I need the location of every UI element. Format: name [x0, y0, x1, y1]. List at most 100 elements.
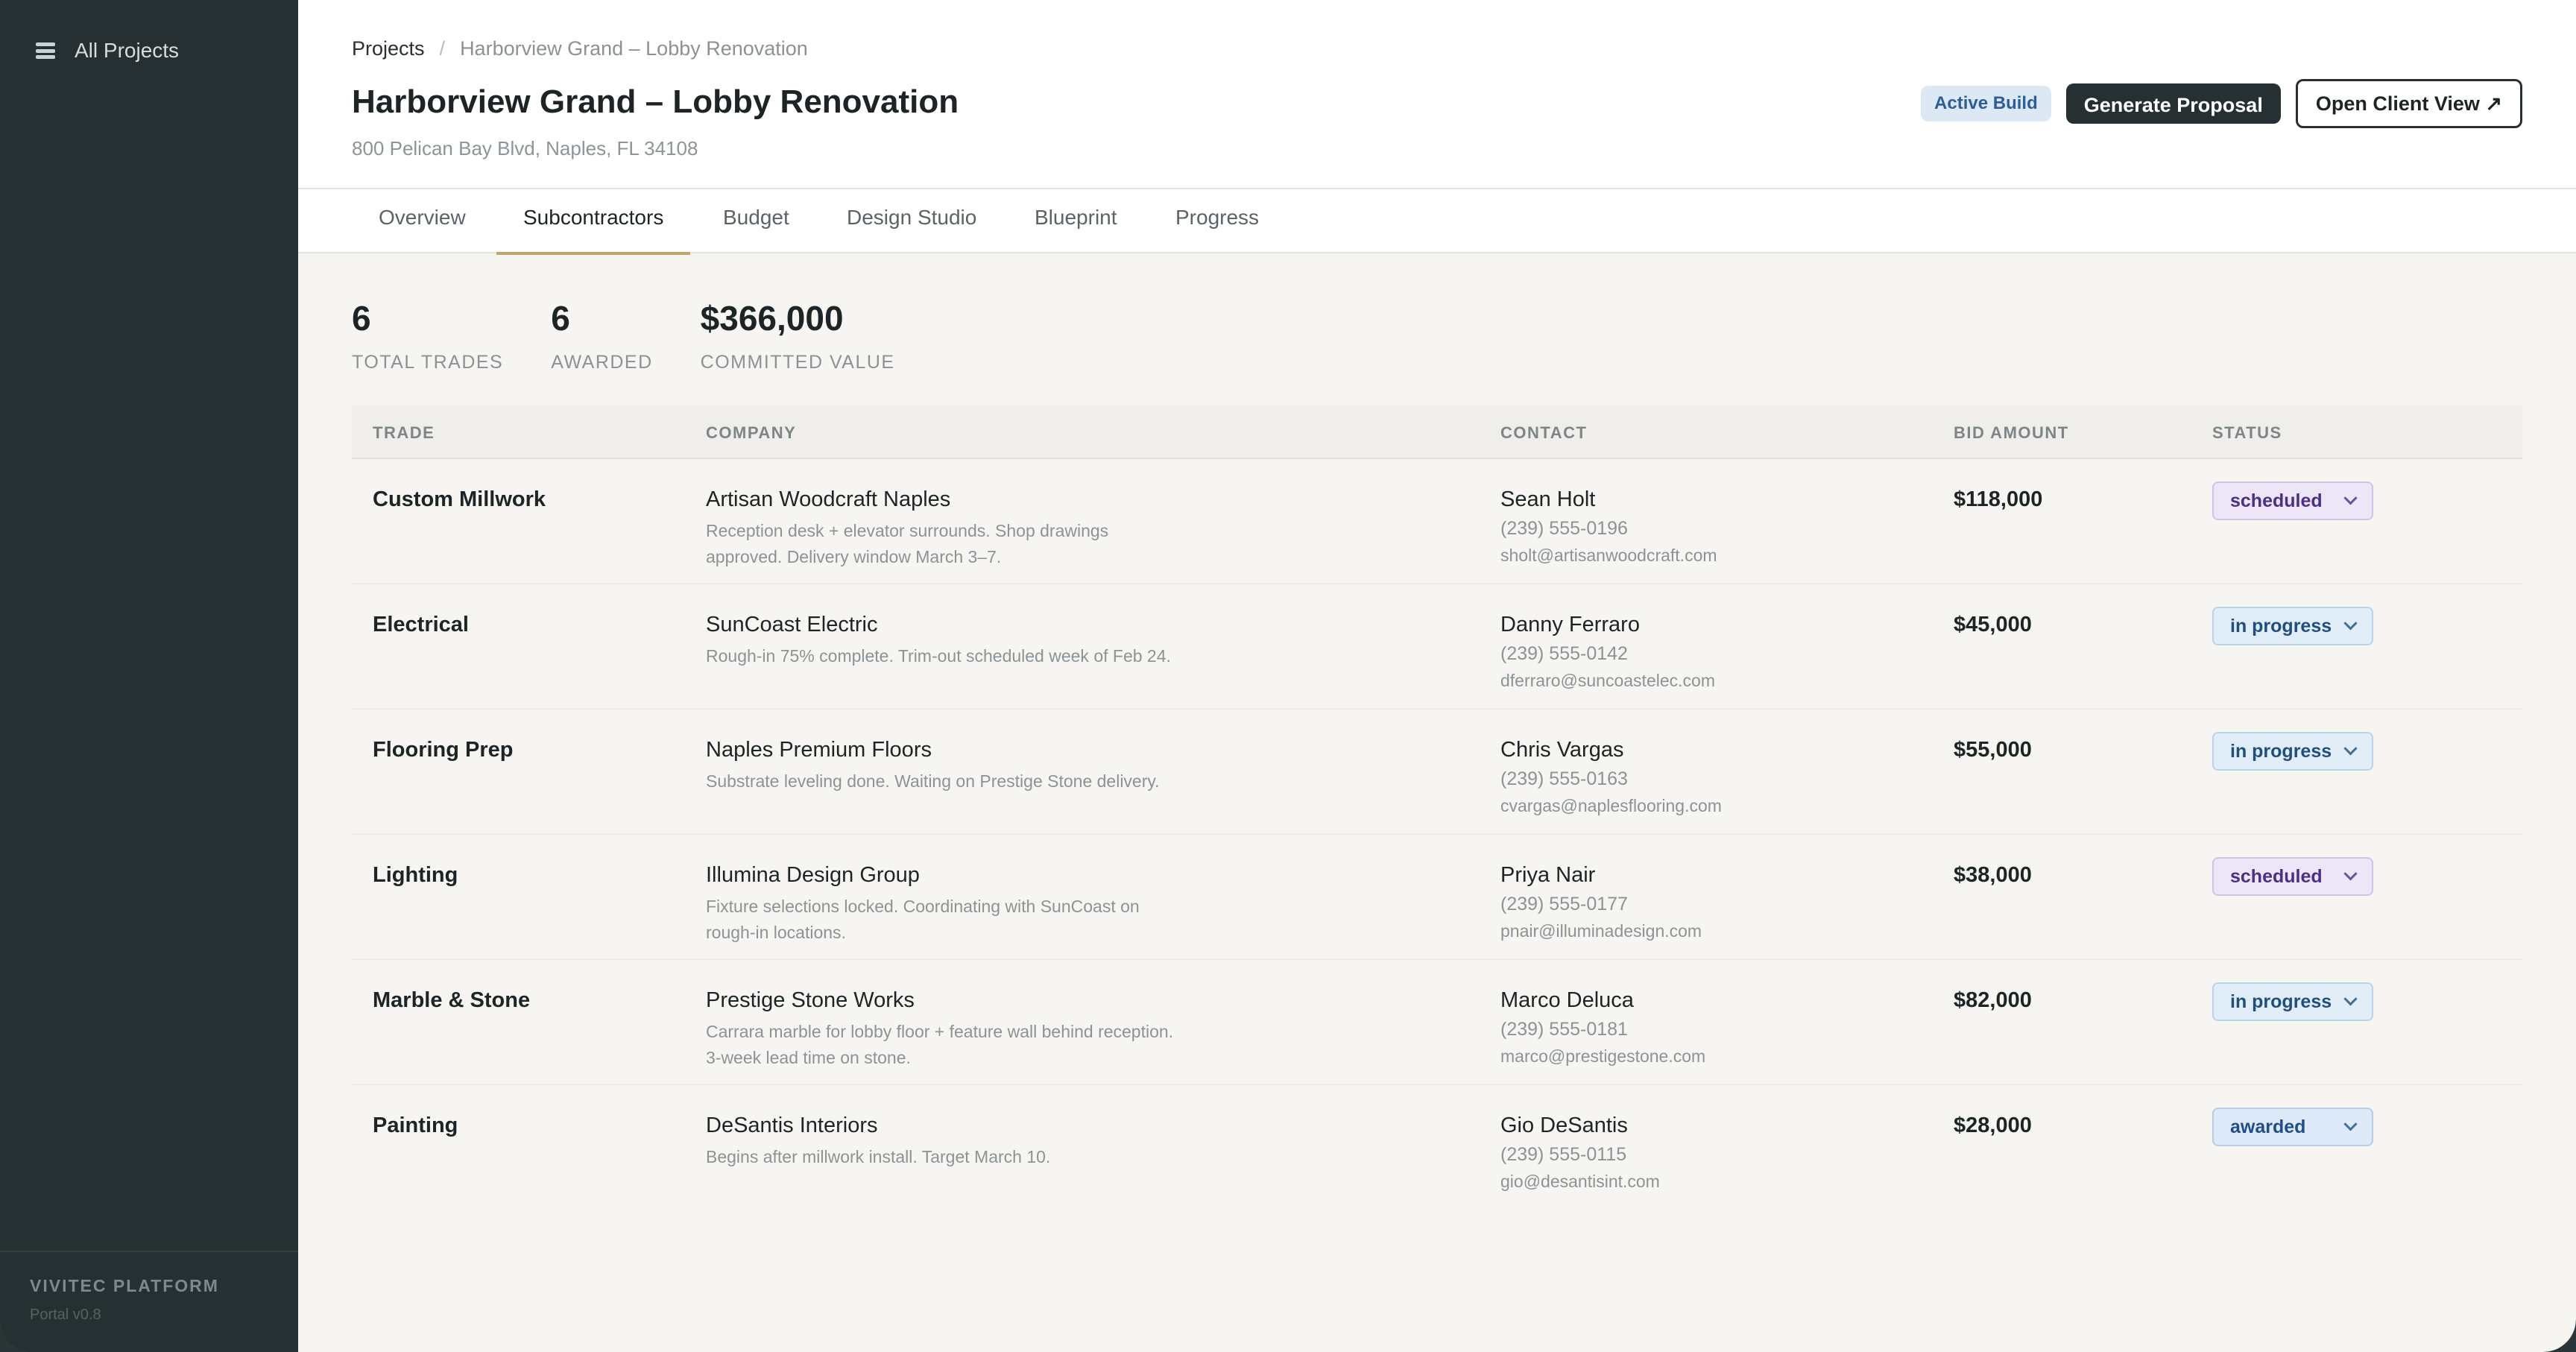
status-dropdown[interactable]: in progress — [2212, 607, 2373, 645]
menu-icon — [36, 41, 55, 60]
contact-name: Marco Deluca — [1500, 988, 1634, 1012]
contact-cell: Sean Holt (239) 555-0196 sholt@artisanwo… — [1500, 487, 1717, 566]
table-row[interactable]: Flooring Prep Naples Premium Floors Subs… — [352, 710, 2522, 835]
company-name: Illumina Design Group — [706, 863, 920, 887]
status-value: in progress — [2230, 991, 2332, 1012]
generate-proposal-button[interactable]: Generate Proposal — [2065, 83, 2281, 124]
status-dropdown[interactable]: in progress — [2212, 982, 2373, 1021]
header-actions: Active Build Generate Proposal Open Clie… — [1921, 79, 2522, 128]
stat-value: 6 — [551, 299, 570, 338]
table-row[interactable]: Painting DeSantis Interiors Begins after… — [352, 1085, 2522, 1210]
stat-committed-value: $366,000 COMMITTED VALUE — [701, 298, 895, 373]
tab-overview[interactable]: Overview — [379, 206, 466, 253]
bid-amount: $38,000 — [1954, 863, 2032, 887]
header-status: STATUS — [2212, 423, 2282, 442]
status-value: scheduled — [2230, 865, 2323, 887]
contact-phone: (239) 555-0177 — [1500, 894, 1628, 915]
company-name: Artisan Woodcraft Naples — [706, 487, 951, 511]
bid-amount: $82,000 — [1954, 988, 2032, 1012]
status-dropdown[interactable]: scheduled — [2212, 857, 2373, 896]
company-cell: SunCoast Electric Rough-in 75% complete.… — [706, 613, 1183, 669]
tab-progress[interactable]: Progress — [1175, 206, 1259, 253]
stat-total-trades: 6 TOTAL TRADES — [352, 298, 503, 373]
company-note: Carrara marble for lobby floor + feature… — [706, 1022, 1174, 1067]
table-row[interactable]: Marble & Stone Prestige Stone Works Carr… — [352, 960, 2522, 1085]
contact-email: marco@prestigestone.com — [1500, 1046, 1706, 1066]
status-dropdown[interactable]: scheduled — [2212, 481, 2373, 520]
all-projects-link[interactable]: All Projects — [36, 39, 179, 63]
trade-name: Flooring Prep — [373, 738, 514, 762]
status-value: awarded — [2230, 1116, 2306, 1137]
header-company: COMPANY — [706, 423, 797, 442]
company-cell: Artisan Woodcraft Naples Reception desk … — [706, 487, 1183, 570]
tab-blueprint[interactable]: Blueprint — [1035, 206, 1117, 253]
company-cell: Prestige Stone Works Carrara marble for … — [706, 988, 1183, 1071]
stat-label: COMMITTED VALUE — [700, 352, 895, 373]
trade-name: Painting — [373, 1113, 458, 1137]
company-note: Substrate leveling done. Waiting on Pres… — [706, 771, 1160, 791]
status-dropdown[interactable]: awarded — [2212, 1108, 2373, 1146]
status-badge: Active Build — [1921, 86, 2051, 121]
contact-email: dferraro@suncoastelec.com — [1500, 671, 1715, 690]
page-header: Projects / Harborview Grand – Lobby Reno… — [298, 0, 2576, 189]
company-name: DeSantis Interiors — [706, 1113, 878, 1137]
contact-cell: Priya Nair (239) 555-0177 pnair@illumina… — [1500, 863, 1702, 941]
contact-phone: (239) 555-0196 — [1500, 518, 1628, 539]
stat-label: AWARDED — [551, 352, 653, 373]
platform-name: VIVITEC PLATFORM — [30, 1276, 219, 1295]
contact-name: Danny Ferraro — [1500, 613, 1640, 636]
company-name: Naples Premium Floors — [706, 738, 932, 762]
project-address: 800 Pelican Bay Blvd, Naples, FL 34108 — [352, 137, 698, 159]
bid-amount: $28,000 — [1954, 1113, 2032, 1137]
platform-version: Portal v0.8 — [30, 1307, 101, 1323]
subcontractors-table: TRADE COMPANY CONTACT BID AMOUNT STATUS … — [352, 405, 2522, 1210]
contact-cell: Marco Deluca (239) 555-0181 marco@presti… — [1500, 988, 1705, 1067]
company-name: SunCoast Electric — [706, 613, 878, 636]
trade-name: Custom Millwork — [373, 487, 546, 511]
tab-budget[interactable]: Budget — [723, 206, 789, 253]
contact-cell: Chris Vargas (239) 555-0163 cvargas@napl… — [1500, 738, 1722, 816]
stat-value: $366,000 — [700, 299, 844, 338]
main-content: Projects / Harborview Grand – Lobby Reno… — [298, 0, 2576, 1352]
tab-bar: Overview Subcontractors Budget Design St… — [298, 189, 2576, 255]
table-row[interactable]: Custom Millwork Artisan Woodcraft Naples… — [352, 459, 2522, 584]
stat-value: 6 — [352, 299, 371, 338]
contact-name: Priya Nair — [1500, 863, 1596, 887]
contact-email: pnair@illuminadesign.com — [1500, 921, 1702, 941]
breadcrumb-projects[interactable]: Projects — [352, 37, 425, 60]
chevron-down-icon — [2343, 741, 2358, 755]
stat-awarded: 6 AWARDED — [551, 298, 652, 373]
bid-amount: $118,000 — [1954, 487, 2043, 511]
company-note: Reception desk + elevator surrounds. Sho… — [706, 521, 1109, 566]
contact-cell: Gio DeSantis (239) 555-0115 gio@desantis… — [1500, 1113, 1660, 1192]
chevron-down-icon — [2343, 866, 2358, 880]
company-cell: Naples Premium Floors Substrate leveling… — [706, 738, 1183, 795]
status-value: scheduled — [2230, 490, 2323, 511]
open-client-view-button[interactable]: Open Client View ↗ — [2295, 79, 2522, 128]
table-row[interactable]: Electrical SunCoast Electric Rough-in 75… — [352, 584, 2522, 710]
table-row[interactable]: Lighting Illumina Design Group Fixture s… — [352, 835, 2522, 960]
breadcrumb-separator: / — [439, 37, 446, 60]
company-cell: DeSantis Interiors Begins after millwork… — [706, 1113, 1183, 1170]
contact-email: sholt@artisanwoodcraft.com — [1500, 546, 1717, 565]
breadcrumb: Projects / Harborview Grand – Lobby Reno… — [352, 37, 808, 60]
chevron-down-icon — [2343, 991, 2358, 1005]
status-dropdown[interactable]: in progress — [2212, 732, 2373, 771]
company-note: Fixture selections locked. Coordinating … — [706, 897, 1140, 942]
company-note: Rough-in 75% complete. Trim-out schedule… — [706, 646, 1171, 666]
trade-name: Marble & Stone — [373, 988, 531, 1012]
chevron-down-icon — [2343, 1116, 2358, 1131]
chevron-down-icon — [2343, 490, 2358, 505]
contact-email: cvargas@naplesflooring.com — [1500, 796, 1722, 815]
header-contact: CONTACT — [1500, 423, 1588, 442]
bid-amount: $55,000 — [1954, 738, 2032, 762]
company-name: Prestige Stone Works — [706, 988, 915, 1012]
tab-design-studio[interactable]: Design Studio — [847, 206, 976, 253]
breadcrumb-current: Harborview Grand – Lobby Renovation — [460, 37, 808, 60]
tab-subcontractors[interactable]: Subcontractors — [496, 206, 691, 255]
header-trade: TRADE — [373, 423, 435, 442]
header-bid-amount: BID AMOUNT — [1954, 423, 2069, 442]
table-header: TRADE COMPANY CONTACT BID AMOUNT STATUS — [352, 405, 2522, 459]
contact-name: Chris Vargas — [1500, 738, 1624, 762]
app-window: All Projects VIVITEC PLATFORM Portal v0.… — [0, 0, 2576, 1352]
